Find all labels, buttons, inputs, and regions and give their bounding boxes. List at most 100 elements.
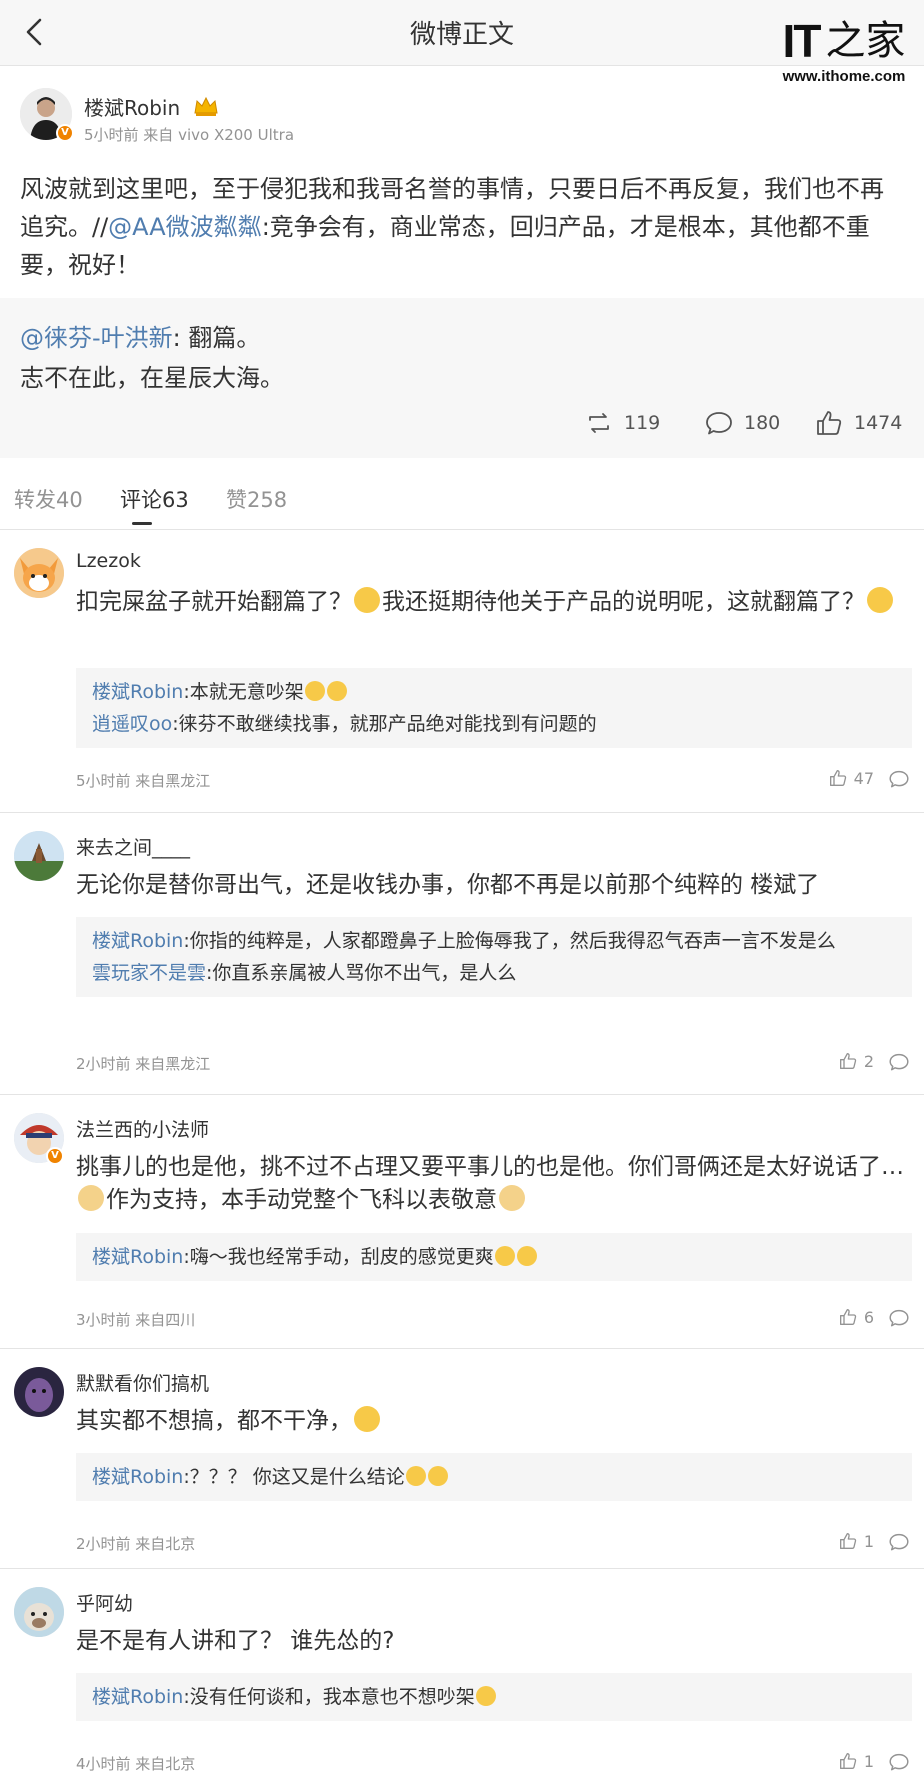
hug-emoji-icon [304, 681, 325, 701]
crown-icon [193, 95, 219, 122]
reply-item: 楼斌Robin:你指的纯粹是，人家都蹬鼻子上脸侮辱我了，然后我得忍气吞声一言不发… [92, 925, 896, 957]
reply-icon[interactable] [888, 1751, 910, 1773]
comment-button[interactable]: 180 [704, 408, 780, 438]
comment-like-button[interactable]: 1 [838, 1751, 874, 1771]
comment-count: 180 [744, 412, 781, 434]
comment-like-count: 1 [863, 1531, 874, 1551]
reply-list[interactable]: 楼斌Robin:嗨～我也经常手动，刮皮的感觉更爽 [76, 1233, 912, 1281]
comment-text: 是不是有人讲和了？ 谁先怂的? [76, 1628, 395, 1654]
comment-item: 乎阿幼 是不是有人讲和了？ 谁先怂的? 楼斌Robin:没有任何谈和，我本意也不… [0, 1569, 924, 1783]
like-icon [839, 1053, 857, 1069]
post-author: V 楼斌Robin 5小时前 来自 vivo X200 Ultra [20, 88, 900, 148]
reply-icon[interactable] [888, 1051, 910, 1073]
comment-meta: 5小时前 来自黑龙江 [76, 772, 211, 790]
comment-like-count: 6 [863, 1307, 874, 1327]
sweat-emoji-icon [427, 1466, 448, 1486]
comment-like-button[interactable]: 1 [838, 1531, 874, 1551]
reply-text: :？？？ 你这又是什么结论 [183, 1466, 405, 1488]
verified-badge-icon: V [46, 1147, 64, 1165]
reply-author[interactable]: 楼斌Robin [92, 930, 183, 952]
author-name[interactable]: 楼斌Robin [84, 96, 180, 120]
reply-list[interactable]: 楼斌Robin:你指的纯粹是，人家都蹬鼻子上脸侮辱我了，然后我得忍气吞声一言不发… [76, 917, 912, 997]
comment-author[interactable]: 乎阿幼 [76, 1589, 133, 1616]
comment-text: 其实都不想搞，都不干净， [76, 1405, 906, 1438]
post-text: 风波就到这里吧，至于侵犯我和我哥名誉的事情，只要日后不再反复，我们也不再追究。/… [20, 170, 904, 284]
comment-item: Lzezok 扣完屎盆子就开始翻篇了？ 我还挺期待他关于产品的说明呢，这就翻篇了？… [0, 530, 924, 813]
smirk-emoji-icon [516, 1246, 537, 1266]
avatar[interactable] [14, 831, 64, 881]
comment-like-count: 2 [863, 1051, 874, 1071]
comment-text-part: 作为支持，本手动党整个飞科以表敬意 [106, 1187, 497, 1213]
repost-count: 119 [624, 412, 661, 434]
like-icon [839, 1753, 857, 1769]
reply-author[interactable]: 楼斌Robin [92, 1246, 183, 1268]
thinking-emoji-icon [867, 587, 893, 613]
watermark-it: IT [782, 15, 822, 67]
reply-author[interactable]: 逍遥叹oo [92, 713, 172, 735]
reply-author[interactable]: 雲玩家不是雲 [92, 962, 206, 984]
comment-icon [706, 412, 732, 435]
reply-list[interactable]: 楼斌Robin:本就无意吵架 逍遥叹oo:徕芬不敢继续找事，就那产品绝对能找到有… [76, 668, 912, 748]
active-tab-indicator [132, 522, 152, 525]
hug-emoji-icon [475, 1686, 496, 1706]
comment-text-part: 挑事儿的也是他，挑不过不占理又要平事儿的也是他。你们哥俩还是太好说话了… [76, 1154, 904, 1180]
comment-author[interactable]: Lzezok [76, 550, 141, 572]
ithome-watermark: IT 之家 www.ithome.com [774, 12, 914, 92]
comment-author[interactable]: 法兰西的小法师 [76, 1115, 209, 1142]
comment-meta: 4小时前 来自北京 [76, 1755, 196, 1773]
comment-like-button[interactable]: 47 [828, 768, 874, 788]
sweat-emoji-icon [405, 1466, 426, 1486]
reply-author[interactable]: 楼斌Robin [92, 681, 183, 703]
watermark-url: www.ithome.com [782, 68, 906, 85]
reply-author[interactable]: 楼斌Robin [92, 1466, 183, 1488]
reply-text: :本就无意吵架 [183, 681, 304, 703]
tab-reposts[interactable]: 转发40 [14, 484, 83, 514]
like-button[interactable]: 1474 [814, 408, 902, 438]
comment-text: 挑事儿的也是他，挑不过不占理又要平事儿的也是他。你们哥俩还是太好说话了… 作为支持… [76, 1151, 906, 1217]
comment-text: 无论你是替你哥出气，还是收钱办事，你都不再是以前那个纯粹的 楼斌了 [76, 872, 820, 898]
doge-emoji-icon [78, 1185, 104, 1211]
reply-list[interactable]: 楼斌Robin:？？？ 你这又是什么结论 [76, 1453, 912, 1501]
comment-author[interactable]: 来去之间____ [76, 833, 190, 860]
comment-meta: 2小时前 来自北京 [76, 1535, 196, 1553]
comment-meta: 2小时前 来自黑龙江 [76, 1055, 211, 1073]
tab-bar: 转发40 评论63 赞258 [0, 472, 924, 530]
reply-text: :你直系亲属被人骂你不出气，是人么 [206, 962, 517, 984]
avatar[interactable] [14, 1587, 64, 1637]
reply-item: 雲玩家不是雲:你直系亲属被人骂你不出气，是人么 [92, 957, 896, 989]
avatar[interactable] [14, 548, 64, 598]
reply-icon[interactable] [888, 1531, 910, 1553]
quote-mention-link[interactable]: @徕芬-叶洪新 [20, 324, 173, 352]
comment-like-button[interactable]: 2 [838, 1051, 874, 1071]
reply-item: 逍遥叹oo:徕芬不敢继续找事，就那产品绝对能找到有问题的 [92, 708, 896, 740]
post-actions: 119 180 1474 [0, 408, 924, 444]
doge-emoji-icon [499, 1185, 525, 1211]
repost-button[interactable]: 119 [584, 408, 660, 438]
comment-like-count: 47 [853, 768, 874, 788]
reply-text: :你指的纯粹是，人家都蹬鼻子上脸侮辱我了，然后我得忍气吞声一言不发是么 [183, 930, 836, 952]
reply-list[interactable]: 楼斌Robin:没有任何谈和，我本意也不想吵架 [76, 1673, 912, 1721]
reply-item: 楼斌Robin:嗨～我也经常手动，刮皮的感觉更爽 [92, 1241, 896, 1273]
comment-author[interactable]: 默默看你们搞机 [76, 1369, 209, 1396]
tab-likes[interactable]: 赞258 [226, 484, 287, 514]
avatar[interactable] [14, 1367, 64, 1417]
thinking-emoji-icon [354, 587, 380, 613]
reply-author[interactable]: 楼斌Robin [92, 1686, 183, 1708]
tab-comments[interactable]: 评论63 [120, 484, 189, 514]
reply-text: :没有任何谈和，我本意也不想吵架 [183, 1686, 475, 1708]
reply-item: 楼斌Robin:本就无意吵架 [92, 676, 896, 708]
comment-item: 来去之间____ 无论你是替你哥出气，还是收钱办事，你都不再是以前那个纯粹的 楼… [0, 813, 924, 1095]
comment-text: 扣完屎盆子就开始翻篇了？ 我还挺期待他关于产品的说明呢，这就翻篇了？ [76, 586, 906, 619]
reply-item: 楼斌Robin:？？？ 你这又是什么结论 [92, 1461, 896, 1493]
repost-icon [589, 413, 609, 433]
like-count: 1474 [854, 412, 903, 434]
reply-icon[interactable] [888, 768, 910, 790]
verified-badge-icon: V [56, 124, 74, 142]
comment-like-button[interactable]: 6 [838, 1307, 874, 1327]
like-icon [839, 1309, 857, 1325]
quote-text-2: 志不在此，在星辰大海。 [20, 364, 284, 392]
quote-text-1: : 翻篇。 [172, 324, 261, 352]
like-icon [829, 770, 846, 786]
mention-link[interactable]: @AA微波粼粼 [108, 213, 262, 241]
reply-icon[interactable] [888, 1307, 910, 1329]
